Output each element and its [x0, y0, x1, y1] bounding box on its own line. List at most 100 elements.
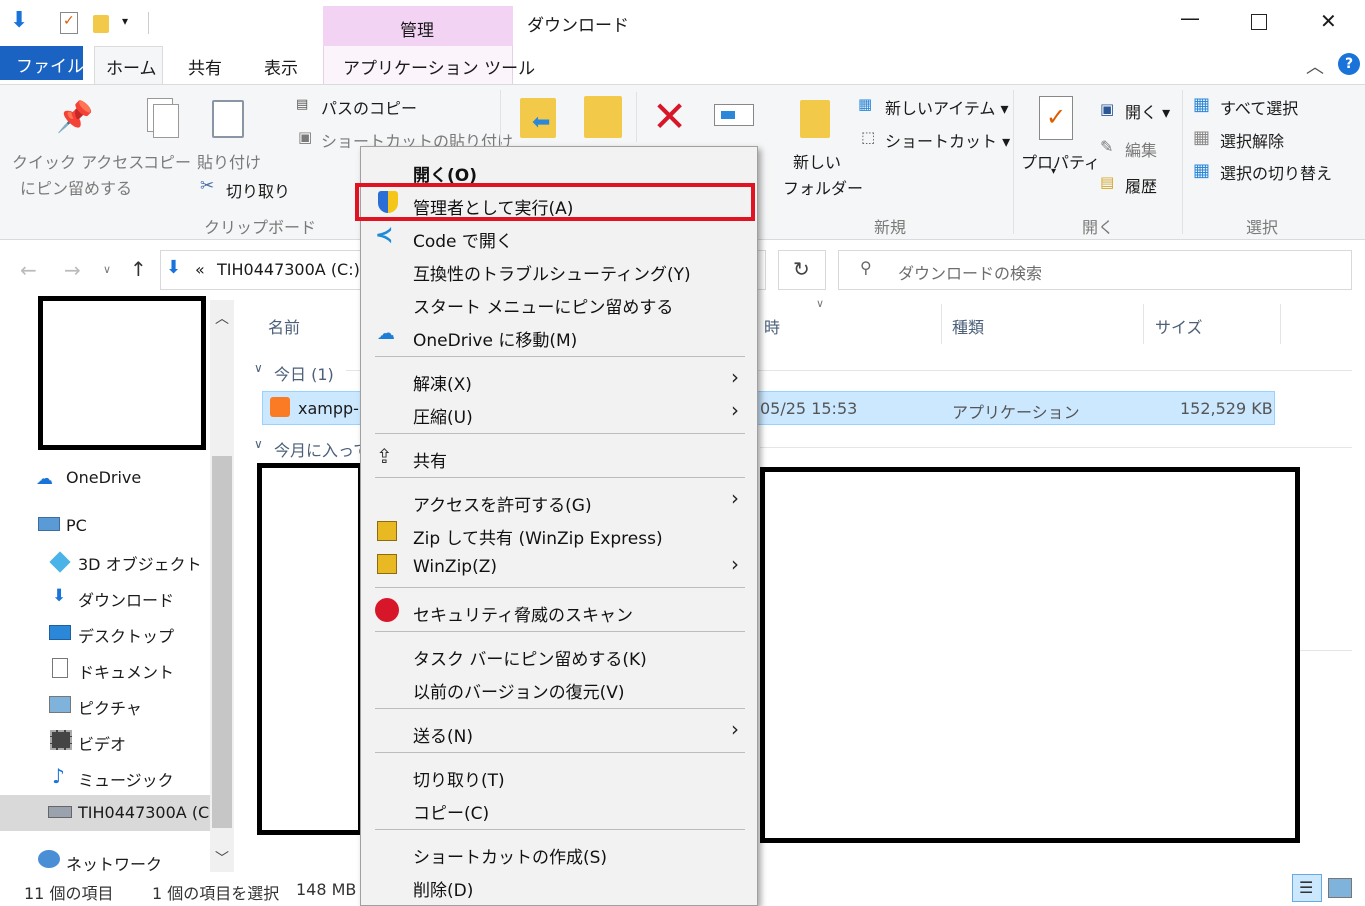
properties-dropdown-icon[interactable]: ▾	[1051, 166, 1056, 177]
column-separator[interactable]	[1143, 304, 1144, 344]
select-none-button[interactable]: 選択解除	[1220, 128, 1284, 152]
invert-selection-button[interactable]: 選択の切り替え	[1220, 160, 1332, 184]
minimize-button[interactable]: —	[1180, 6, 1200, 30]
properties-qat-icon[interactable]: ✓	[60, 12, 78, 34]
breadcrumb-overflow[interactable]: «	[195, 260, 205, 279]
refresh-icon: ↻	[793, 257, 810, 281]
new-folder-label-2[interactable]: フォルダー	[783, 175, 863, 199]
group-today[interactable]: 今日 (1)	[274, 361, 334, 385]
cut-button[interactable]: 切り取り	[226, 178, 290, 202]
column-separator[interactable]	[941, 304, 942, 344]
nav-3d-objects[interactable]: 3D オブジェクト	[78, 551, 202, 575]
select-all-button[interactable]: すべて選択	[1220, 95, 1298, 119]
status-item-count: 11 個の項目	[24, 884, 114, 903]
nav-videos[interactable]: ビデオ	[78, 731, 126, 755]
copy-to-icon[interactable]	[584, 96, 622, 138]
history-button[interactable]: 履歴	[1125, 173, 1157, 197]
nav-documents[interactable]: ドキュメント	[78, 659, 174, 683]
tab-home[interactable]: ホーム	[94, 46, 163, 85]
column-size[interactable]: サイズ	[1155, 314, 1203, 338]
nav-music[interactable]: ミュージック	[78, 767, 174, 791]
move-to-icon[interactable]: ⬅	[520, 98, 556, 138]
back-icon[interactable]: ←	[20, 258, 37, 282]
close-button[interactable]: ✕	[1320, 9, 1337, 33]
file-size: 152,529 KB	[1180, 399, 1273, 418]
menu-pin-taskbar[interactable]: タスク バーにピン留めする(K)	[413, 645, 647, 670]
folder-qat-icon[interactable]	[93, 15, 109, 33]
scroll-down-icon[interactable]: ﹀	[215, 848, 229, 868]
copy-button[interactable]: コピー	[143, 149, 191, 173]
column-date[interactable]: 時	[764, 314, 780, 338]
rename-icon[interactable]	[714, 104, 754, 126]
nav-desktop[interactable]: デスクトップ	[78, 623, 174, 647]
nav-pc[interactable]: PC	[66, 516, 87, 535]
tab-file[interactable]: ファイル	[0, 46, 84, 80]
menu-security-scan[interactable]: セキュリティ脅威のスキャン	[413, 601, 633, 626]
properties-button[interactable]: プロパティ	[1021, 149, 1100, 173]
column-name[interactable]: 名前	[268, 314, 300, 338]
collapse-ribbon-icon[interactable]: ︿	[1306, 53, 1324, 79]
menu-compress[interactable]: 圧縮(U)	[413, 403, 473, 428]
menu-restore-versions[interactable]: 以前のバージョンの復元(V)	[413, 678, 625, 703]
new-folder-label-1[interactable]: 新しい	[793, 149, 841, 173]
scroll-up-icon[interactable]: ︿	[215, 308, 229, 328]
file-name[interactable]: xampp-	[298, 399, 359, 418]
menu-send-to[interactable]: 送る(N)	[413, 722, 473, 747]
breadcrumb-drive[interactable]: TIH0447300A (C:)	[217, 260, 360, 279]
ribbon-separator	[636, 92, 637, 142]
refresh-button[interactable]: ↻	[778, 250, 826, 290]
recent-locations-icon[interactable]: ∨	[103, 263, 111, 276]
nav-pictures[interactable]: ピクチャ	[78, 695, 142, 719]
menu-onedrive-move[interactable]: OneDrive に移動(M)	[413, 326, 577, 351]
menu-give-access[interactable]: アクセスを許可する(G)	[413, 491, 592, 516]
group-this-month[interactable]: 今月に入って	[274, 437, 369, 461]
tab-application-tools[interactable]: アプリケーション ツール	[343, 54, 535, 79]
delete-icon[interactable]: ✕	[652, 92, 687, 141]
up-icon[interactable]: ↑	[130, 257, 147, 281]
nav-scrollbar-thumb[interactable]	[212, 456, 232, 828]
copy-icon-back	[153, 104, 179, 138]
menu-open-code[interactable]: Code で開く	[413, 227, 513, 252]
column-separator[interactable]	[1280, 304, 1281, 344]
menu-winzip[interactable]: WinZip(Z)	[413, 557, 497, 577]
quick-access-down-icon[interactable]: ⬇	[10, 8, 28, 33]
forward-icon[interactable]: →	[64, 258, 81, 282]
column-type[interactable]: 種類	[952, 314, 984, 338]
large-icons-view-icon[interactable]	[1328, 878, 1352, 898]
help-icon[interactable]: ?	[1338, 53, 1360, 75]
copy-path-button[interactable]: パスのコピー	[321, 95, 417, 119]
menu-zip-share[interactable]: Zip して共有 (WinZip Express)	[413, 524, 663, 549]
menu-troubleshoot[interactable]: 互換性のトラブルシューティング(Y)	[413, 260, 691, 285]
window-title: ダウンロード	[527, 16, 629, 36]
ribbon-separator	[1013, 90, 1014, 234]
pin-quick-access-label-1[interactable]: クイック アクセス	[12, 149, 144, 173]
nav-network[interactable]: ネットワーク	[66, 851, 162, 875]
menu-cut[interactable]: 切り取り(T)	[413, 766, 505, 791]
maximize-button[interactable]	[1251, 14, 1267, 30]
paste-button[interactable]: 貼り付け	[197, 149, 261, 173]
shortcut-icon: ⬚	[861, 128, 876, 146]
tab-view[interactable]: 表示	[264, 54, 298, 79]
menu-share[interactable]: 共有	[413, 447, 447, 472]
music-icon: ♪	[52, 764, 65, 788]
shortcut-button[interactable]: ショートカット ▾	[885, 128, 1010, 152]
edit-button[interactable]: 編集	[1125, 137, 1157, 161]
tab-share[interactable]: 共有	[188, 54, 222, 79]
documents-icon	[52, 658, 68, 678]
group-collapse-icon[interactable]: ∨	[254, 361, 263, 375]
qat-dropdown-icon[interactable]: ▾	[122, 14, 128, 28]
onedrive-menu-icon: ☁	[377, 323, 395, 344]
menu-copy[interactable]: コピー(C)	[413, 799, 489, 824]
nav-drive[interactable]: TIH0447300A (C	[78, 803, 209, 822]
menu-delete[interactable]: 削除(D)	[413, 876, 473, 901]
menu-create-shortcut[interactable]: ショートカットの作成(S)	[413, 843, 607, 868]
menu-pin-start[interactable]: スタート メニューにピン留めする	[413, 293, 673, 318]
nav-downloads[interactable]: ダウンロード	[78, 587, 174, 611]
group-collapse-icon[interactable]: ∨	[254, 437, 263, 451]
menu-extract[interactable]: 解凍(X)	[413, 370, 472, 395]
pin-quick-access-label-2[interactable]: にピン留めする	[20, 175, 132, 199]
open-button[interactable]: 開く ▾	[1125, 99, 1170, 123]
new-item-button[interactable]: 新しいアイテム ▾	[885, 95, 1009, 119]
details-view-icon[interactable]: ☰	[1292, 874, 1322, 902]
nav-onedrive[interactable]: OneDrive	[66, 468, 141, 487]
